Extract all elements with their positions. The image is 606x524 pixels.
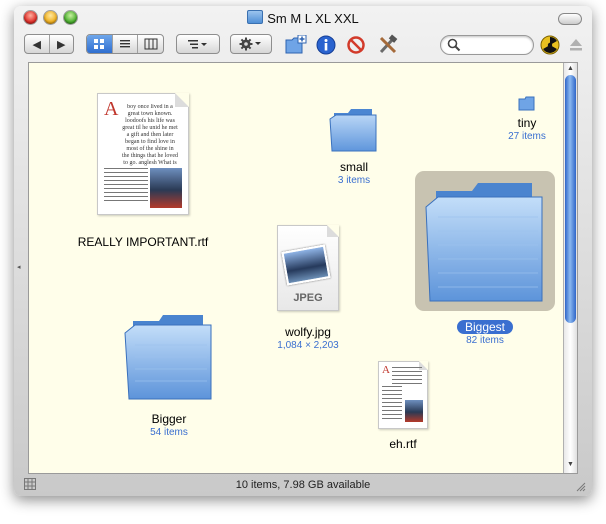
radiation-button[interactable]: [538, 33, 562, 57]
folder-name: Bigger: [151, 412, 187, 426]
file-info: 1,084 × 2,203: [277, 340, 339, 351]
forward-button[interactable]: ▶: [50, 35, 74, 53]
forbidden-icon: [347, 36, 365, 54]
radiation-icon: [540, 35, 560, 55]
toolbar-toggle-button[interactable]: [558, 13, 582, 25]
folder-info: 82 items: [466, 335, 504, 346]
list-view-icon[interactable]: [113, 35, 139, 53]
eject-icon: [570, 39, 582, 51]
back-button[interactable]: ◀: [25, 35, 50, 53]
folder-icon: [425, 183, 543, 302]
get-info-button[interactable]: [314, 33, 338, 57]
folder-icon: [124, 315, 212, 400]
arrange-icon: [188, 40, 207, 49]
icon-view-icon[interactable]: [87, 35, 113, 53]
arrange-button[interactable]: [176, 34, 220, 54]
scroll-down-arrow[interactable]: ▼: [567, 461, 574, 468]
folder-icon: [329, 109, 377, 152]
tools-icon: [379, 34, 398, 54]
preview-text-bottom: [104, 168, 148, 208]
folder-name-selected: Biggest: [456, 320, 514, 334]
search-icon: [447, 38, 461, 52]
scrollbar-thumb[interactable]: [565, 75, 576, 323]
file-name: wolfy.jpg: [285, 325, 331, 339]
folder-info: 27 items: [508, 131, 546, 142]
preview-text-col: [104, 124, 122, 170]
preview-text: boy once lived in a great town known. lo…: [122, 104, 178, 166]
eject-button[interactable]: [564, 33, 588, 57]
nav-buttons: ◀ ▶: [24, 34, 74, 54]
title-bar[interactable]: Sm M L XL XXL: [14, 6, 592, 30]
folder-biggest[interactable]: Biggest 82 items: [415, 171, 555, 346]
folder-icon: [247, 10, 264, 24]
folder-bigger[interactable]: Bigger 54 items: [109, 309, 229, 438]
window-title: Sm M L XL XXL: [14, 10, 592, 26]
folder-name: tiny: [517, 116, 537, 130]
folder-tiny[interactable]: tiny 27 items: [489, 95, 565, 142]
view-mode-control: [86, 34, 164, 54]
jpeg-document-icon: JPEG: [277, 225, 339, 311]
folder-icon: [518, 96, 535, 111]
burn-button[interactable]: [344, 33, 368, 57]
file-name: eh.rtf: [389, 437, 417, 451]
window-title-text: Sm M L XL XXL: [267, 11, 359, 26]
customize-toolbar-button[interactable]: [376, 33, 400, 57]
folder-name: Biggest: [415, 320, 555, 334]
status-text: 10 items, 7.98 GB available: [235, 479, 371, 491]
info-icon: [316, 35, 336, 55]
preview-initial: A: [104, 98, 119, 120]
rtf-document-icon: A: [378, 361, 428, 429]
photo-thumbnail: [150, 168, 182, 208]
resize-grip-icon[interactable]: [574, 480, 586, 492]
action-button[interactable]: [230, 34, 272, 54]
folder-small[interactable]: small 3 items: [309, 103, 399, 186]
rtf-document-icon: A boy once lived in a great town known. …: [97, 93, 189, 215]
folder-name: small: [339, 160, 368, 174]
preview-initial: A: [382, 364, 390, 376]
column-view-icon[interactable]: [138, 35, 163, 53]
new-folder-icon: [285, 35, 307, 54]
icon-view-area[interactable]: A boy once lived in a great town known. …: [17, 62, 578, 474]
photo-thumbnail: [405, 400, 423, 422]
new-folder-button[interactable]: [284, 33, 308, 57]
file-wolfy[interactable]: JPEG wolfy.jpg 1,084 × 2,203: [253, 225, 363, 351]
finder-window: Sm M L XL XXL ◀ ▶ A boy once lived in a …: [14, 6, 592, 496]
folder-info: 54 items: [150, 427, 188, 438]
status-bar: 10 items, 7.98 GB available: [14, 474, 592, 496]
photo-thumbnail: [281, 244, 331, 286]
vertical-scrollbar[interactable]: ▲ ▼: [563, 63, 577, 473]
folder-info: 3 items: [337, 175, 371, 186]
scroll-up-arrow[interactable]: ▲: [567, 65, 574, 72]
sidebar-collapse-handle[interactable]: ◂: [17, 263, 21, 271]
file-name: REALLY IMPORTANT.rtf: [77, 235, 209, 249]
gear-icon: [239, 37, 261, 51]
search-field[interactable]: [440, 35, 534, 55]
jpeg-badge: JPEG: [293, 292, 323, 304]
file-eh[interactable]: A eh.rtf: [365, 361, 441, 451]
toolbar: ◀ ▶: [14, 30, 592, 62]
file-really-important[interactable]: A boy once lived in a great town known. …: [63, 93, 223, 249]
